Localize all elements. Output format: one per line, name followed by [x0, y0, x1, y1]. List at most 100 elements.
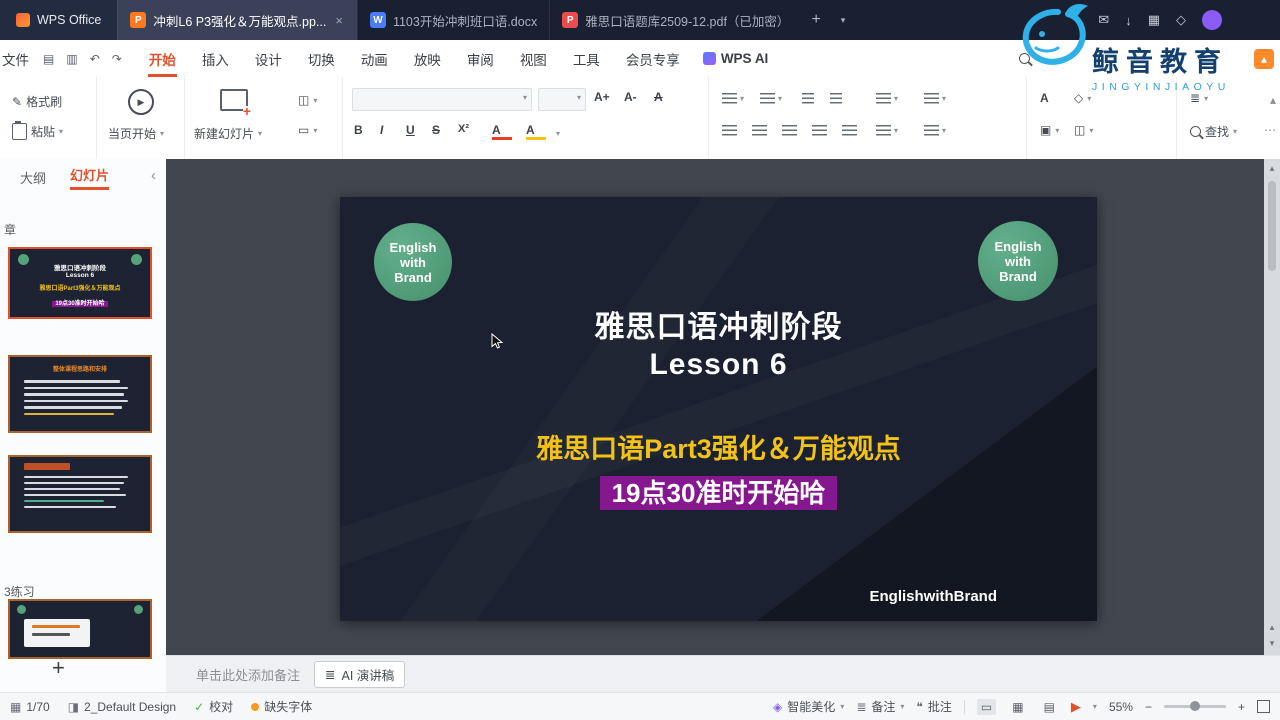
align-center-button[interactable]: [752, 125, 767, 136]
font-family-select[interactable]: [352, 88, 532, 111]
apps-grid-icon[interactable]: ▦: [1148, 12, 1160, 28]
missing-font-warning[interactable]: 缺失字体: [251, 698, 312, 715]
undo-icon[interactable]: ↶: [90, 52, 100, 66]
menu-animation[interactable]: 动画: [348, 40, 401, 77]
play-slideshow-icon[interactable]: ▶: [1071, 699, 1081, 715]
quick-style-button[interactable]: ◫ ▾: [1074, 123, 1093, 137]
numbering-button[interactable]: ▾: [760, 93, 782, 104]
notes-button[interactable]: ≣ 备注 ▾: [856, 698, 904, 715]
menu-home[interactable]: 开始: [136, 40, 189, 77]
strikethrough-button[interactable]: S: [432, 123, 452, 137]
smart-beautify-button[interactable]: ◈ 智能美化 ▾: [773, 698, 844, 715]
slide-thumbnail-1[interactable]: 雅思口语冲刺阶段 Lesson 6 雅思口语Part3强化＆万能观点 19点30…: [8, 247, 152, 319]
ribbon-collapse-icon[interactable]: ▴: [1270, 93, 1276, 107]
reading-view-icon[interactable]: ▤: [1040, 699, 1059, 715]
italic-button[interactable]: I: [380, 123, 400, 137]
slide-thumbnail-3[interactable]: [8, 455, 152, 533]
slide-section-button[interactable]: ▭ ▾: [298, 123, 317, 137]
zoom-out-icon[interactable]: −: [1145, 700, 1152, 714]
fullscreen-icon[interactable]: [1257, 700, 1270, 713]
arrange-button[interactable]: ▣ ▾: [1040, 123, 1059, 137]
vertical-scrollbar[interactable]: ▴ ▴ ▾: [1264, 159, 1280, 655]
section-label[interactable]: 章: [4, 221, 16, 238]
shapes-button[interactable]: ◇ ▾: [1074, 91, 1091, 105]
zoom-level[interactable]: 55%: [1109, 700, 1133, 714]
document-tab-pdf[interactable]: P 雅思口语题库2509-12.pdf（已加密）: [549, 0, 801, 40]
clear-format-button[interactable]: A: [654, 90, 674, 104]
download-icon[interactable]: ↓: [1125, 13, 1132, 28]
menu-transition[interactable]: 切换: [295, 40, 348, 77]
menu-wps-ai[interactable]: WPS AI: [693, 51, 779, 66]
format-painter-button[interactable]: ✎ 格式刷: [12, 93, 62, 110]
justify-button[interactable]: [812, 125, 827, 136]
align-objects-button[interactable]: ▾: [924, 125, 946, 136]
menu-design[interactable]: 设计: [242, 40, 295, 77]
paste-button[interactable]: 粘贴 ▾: [12, 121, 63, 140]
ribbon-more-icon[interactable]: ⋯: [1264, 123, 1276, 137]
add-slide-button[interactable]: +: [52, 655, 65, 681]
section-label[interactable]: 3练习: [4, 583, 35, 600]
wps-home-button[interactable]: WPS Office: [0, 0, 118, 40]
zoom-slider-knob[interactable]: [1189, 701, 1200, 711]
document-tab-word[interactable]: W 1103开始冲刺班口语.docx: [356, 0, 549, 40]
slide-canvas[interactable]: English with Brand English with Brand 雅思…: [340, 197, 1097, 621]
play-from-current-icon[interactable]: ▶: [128, 89, 154, 115]
zoom-slider[interactable]: [1163, 701, 1226, 711]
menu-slideshow[interactable]: 放映: [401, 40, 454, 77]
previous-slide-icon[interactable]: ▴: [1264, 622, 1280, 633]
play-from-current-button[interactable]: 当页开始 ▾: [108, 125, 164, 142]
more-font-tools-icon[interactable]: ▾: [556, 129, 560, 138]
new-slide-button[interactable]: 新建幻灯片 ▾: [194, 125, 262, 142]
save-icon[interactable]: ▤: [43, 52, 54, 66]
menu-file[interactable]: 文件: [0, 49, 39, 69]
bullets-button[interactable]: ▾: [722, 93, 744, 104]
search-icon[interactable]: [1019, 53, 1030, 64]
slide-sorter-view-icon[interactable]: ▦: [1008, 699, 1027, 715]
select-button[interactable]: ≣ ▾: [1190, 91, 1208, 105]
slide-thumbnail-2[interactable]: 整体课程思路和安排: [8, 355, 152, 433]
next-slide-icon[interactable]: ▾: [1264, 638, 1280, 649]
comments-button[interactable]: ❝ 批注: [916, 698, 951, 715]
upgrade-icon[interactable]: ▴: [1254, 49, 1274, 69]
tab-outline[interactable]: 大纲: [20, 168, 46, 187]
text-box-button[interactable]: A: [1040, 91, 1060, 105]
menu-review[interactable]: 审阅: [454, 40, 507, 77]
underline-button[interactable]: U: [406, 123, 426, 137]
slide-layout-button[interactable]: ◫ ▾: [298, 93, 317, 107]
close-tab-icon[interactable]: ×: [333, 13, 345, 28]
proofing-button[interactable]: ✓ 校对: [194, 698, 233, 715]
superscript-button[interactable]: X²: [458, 123, 478, 135]
new-slide-icon[interactable]: [220, 89, 251, 116]
tab-slides[interactable]: 幻灯片: [70, 165, 110, 190]
scrollbar-thumb[interactable]: [1268, 181, 1276, 271]
play-options-icon[interactable]: ▾: [1093, 702, 1097, 711]
decrease-indent-button[interactable]: [802, 93, 814, 104]
align-left-button[interactable]: [722, 125, 737, 136]
align-right-button[interactable]: [782, 125, 797, 136]
slide-thumbnail-4[interactable]: [8, 599, 152, 659]
text-direction-button[interactable]: ▾: [876, 125, 898, 136]
distribute-button[interactable]: [842, 125, 857, 136]
normal-view-icon[interactable]: ▭: [976, 698, 997, 715]
ai-speech-button[interactable]: ≣ AI 演讲稿: [314, 660, 406, 688]
font-size-select[interactable]: [538, 88, 586, 111]
tab-list-chevron-icon[interactable]: ▾: [831, 0, 856, 40]
print-icon[interactable]: ▥: [66, 52, 77, 66]
increase-indent-button[interactable]: [830, 93, 842, 104]
font-color-button[interactable]: A: [492, 123, 512, 140]
decrease-font-button[interactable]: A-: [624, 90, 644, 104]
menu-tools[interactable]: 工具: [560, 40, 613, 77]
increase-font-button[interactable]: A+: [594, 90, 614, 104]
design-template[interactable]: ◨ 2_Default Design: [68, 700, 176, 714]
avatar[interactable]: [1202, 10, 1222, 30]
menu-insert[interactable]: 插入: [189, 40, 242, 77]
notes-placeholder[interactable]: 单击此处添加备注: [196, 665, 300, 684]
new-tab-button[interactable]: +: [801, 0, 830, 40]
mail-icon[interactable]: ✉: [1098, 12, 1109, 28]
highlight-color-button[interactable]: A: [526, 123, 546, 140]
member-diamond-icon[interactable]: ◇: [1176, 12, 1186, 28]
menu-view[interactable]: 视图: [507, 40, 560, 77]
find-button[interactable]: 查找 ▾: [1190, 123, 1237, 140]
scroll-up-icon[interactable]: ▴: [1264, 159, 1280, 174]
document-tab-presentation[interactable]: P 冲刺L6 P3强化＆万能观点.pp... ×: [117, 0, 357, 40]
